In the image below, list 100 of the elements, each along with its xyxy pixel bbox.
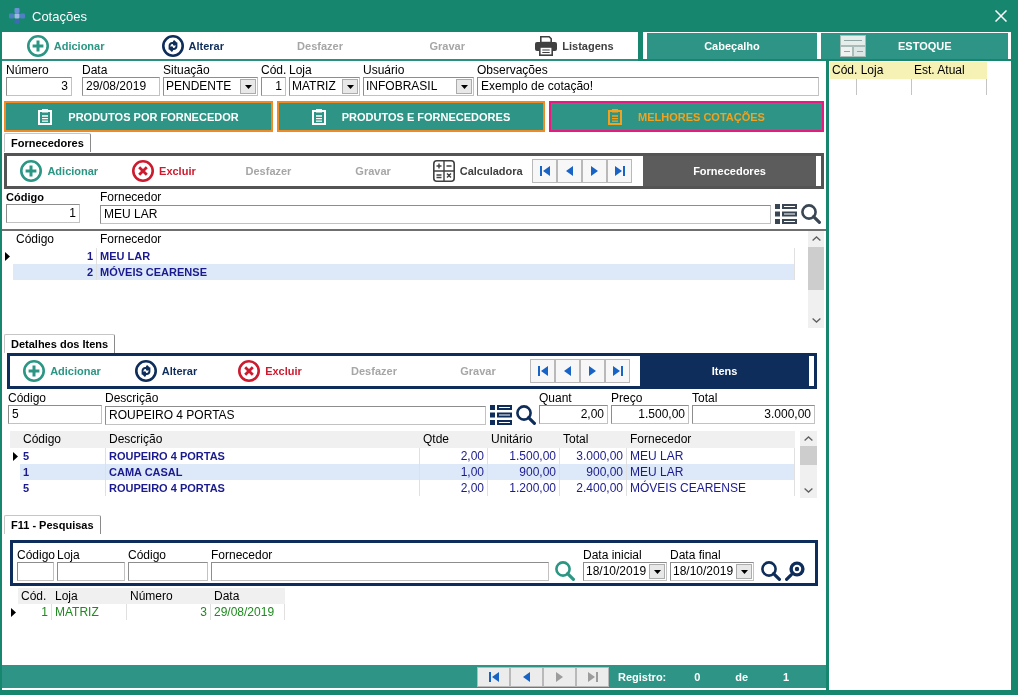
add-button[interactable]: Adicionar xyxy=(18,158,101,184)
close-button[interactable] xyxy=(993,8,1009,24)
list-icon[interactable] xyxy=(490,405,512,425)
column-header: Loja xyxy=(54,588,79,604)
last-record-button[interactable] xyxy=(605,359,630,383)
section-tab[interactable]: Fornecedores xyxy=(4,133,91,152)
table-row[interactable]: 5 ROUPEIRO 4 PORTAS 2,00 1.200,00 2.400,00 MÓVEIS CEARENSE xyxy=(10,480,795,496)
field-label: Data xyxy=(82,63,109,77)
column-header: Fornecedor xyxy=(629,431,693,448)
dropdown-button[interactable] xyxy=(736,564,752,579)
circular-arrows-icon xyxy=(134,360,157,382)
last-record-button[interactable] xyxy=(607,159,632,183)
text-field[interactable] xyxy=(128,562,208,581)
number-field[interactable]: 2,00 xyxy=(539,405,608,424)
first-record-button[interactable] xyxy=(530,359,555,383)
column-header: Número xyxy=(129,588,174,604)
section-tab[interactable]: Detalhes dos Itens xyxy=(4,334,116,353)
table-cell: 1,00 xyxy=(420,464,488,480)
section-button[interactable]: Cabeçalho xyxy=(647,33,817,59)
text-field[interactable]: 5 xyxy=(8,405,102,424)
section-button[interactable]: ESTOQUE xyxy=(821,33,1008,59)
table-row[interactable]: 2 MÓVEIS CEARENSE xyxy=(2,264,795,280)
next-record-button[interactable] xyxy=(582,159,607,183)
clipboard-icon xyxy=(608,108,623,125)
field-label: Código xyxy=(8,391,48,405)
table-cell: MEU LAR xyxy=(627,464,795,480)
skip-last-icon xyxy=(612,366,623,376)
text-field[interactable] xyxy=(57,562,125,581)
magnifier-disc-icon[interactable] xyxy=(785,561,805,581)
number-field[interactable]: 1 xyxy=(6,204,80,223)
first-record-button[interactable] xyxy=(532,159,557,183)
record-label: Registro: xyxy=(618,670,667,683)
triangle-left-icon xyxy=(523,671,530,682)
row-indicator-icon xyxy=(10,607,16,617)
dropdown-button[interactable] xyxy=(456,79,472,94)
text-field[interactable] xyxy=(17,562,54,581)
column-header: Descrição xyxy=(108,431,164,448)
number-field[interactable]: 1 xyxy=(261,77,286,96)
previous-record-button[interactable] xyxy=(555,359,580,383)
caret-icon xyxy=(653,569,661,574)
date-field[interactable]: 18/10/2019 xyxy=(670,562,754,581)
delete-button[interactable]: Excluir xyxy=(236,358,304,384)
table-cell: CAMA CASAL xyxy=(106,464,420,480)
date-field[interactable]: 18/10/2019 xyxy=(583,562,667,581)
caret-icon xyxy=(244,84,252,89)
table-row[interactable]: 1 MATRIZ 3 29/08/2019 xyxy=(8,604,285,620)
search-icon[interactable] xyxy=(516,405,536,425)
table-cell: 1 xyxy=(20,464,106,480)
number-field[interactable]: 3.000,00 xyxy=(692,405,815,424)
delete-button[interactable]: Excluir xyxy=(130,158,198,184)
vertical-scrollbar[interactable] xyxy=(800,431,817,498)
table-cell: ROUPEIRO 4 PORTAS xyxy=(106,480,420,496)
view-tab[interactable]: PRODUTOS E FORNECEDORES xyxy=(277,101,545,132)
x-circle-icon xyxy=(132,160,155,182)
search-icon[interactable] xyxy=(761,561,781,581)
table-row[interactable]: 1 CAMA CASAL 1,00 900,00 900,00 MEU LAR xyxy=(10,464,795,480)
text-field[interactable]: MEU LAR xyxy=(100,204,771,224)
add-button[interactable]: Adicionar xyxy=(24,32,107,59)
scrollbar-thumb[interactable] xyxy=(800,446,817,465)
printer-icon xyxy=(535,35,558,56)
text-field[interactable]: ROUPEIRO 4 PORTAS xyxy=(105,405,486,425)
chevron-down-icon xyxy=(804,488,813,493)
number-field[interactable]: 3 xyxy=(6,77,72,96)
first-record-button[interactable] xyxy=(477,666,510,687)
field-label: Data final xyxy=(670,548,722,562)
boxes-icon xyxy=(840,35,866,57)
dropdown-field[interactable]: PENDENTE xyxy=(163,77,258,96)
text-field[interactable]: 29/08/2019 xyxy=(82,77,160,96)
dropdown-button[interactable] xyxy=(240,79,256,94)
view-tab[interactable]: PRODUTOS POR FORNECEDOR xyxy=(4,101,273,132)
plus-circle-icon xyxy=(23,360,46,382)
table-cell: 900,00 xyxy=(560,464,627,480)
section-tab[interactable]: F11 - Pesquisas xyxy=(4,515,101,534)
scrollbar-thumb[interactable] xyxy=(808,247,824,290)
skip-last-icon xyxy=(587,671,598,682)
previous-record-button[interactable] xyxy=(510,666,543,687)
add-button[interactable]: Adicionar xyxy=(21,358,103,384)
field-label: Número xyxy=(6,63,50,77)
dropdown-field[interactable]: MATRIZ xyxy=(289,77,360,96)
edit-button[interactable]: Alterar xyxy=(159,32,227,59)
dropdown-button[interactable] xyxy=(649,564,665,579)
vertical-scrollbar[interactable] xyxy=(808,231,824,328)
dropdown-field[interactable]: INFOBRASIL xyxy=(363,77,474,96)
table-cell: 2.400,00 xyxy=(560,480,627,496)
dropdown-button[interactable] xyxy=(342,79,358,94)
window-title: Cotações xyxy=(32,8,87,24)
previous-record-button[interactable] xyxy=(557,159,582,183)
text-field[interactable]: Exemplo de cotação! xyxy=(477,77,819,96)
table-cell: 5 xyxy=(20,480,106,496)
print-button[interactable]: Listagens xyxy=(533,33,616,58)
list-icon[interactable] xyxy=(775,204,797,224)
search-icon[interactable] xyxy=(801,204,821,224)
column-header: Cód. Loja xyxy=(831,62,885,79)
number-field[interactable]: 1.500,00 xyxy=(611,405,689,424)
calculator-button[interactable]: Calculadora xyxy=(430,158,525,184)
edit-button[interactable]: Alterar xyxy=(132,358,200,384)
triangle-left-icon xyxy=(564,366,571,376)
text-field[interactable] xyxy=(211,562,549,581)
next-record-button[interactable] xyxy=(580,359,605,383)
panel-title: Fornecedores xyxy=(643,156,816,186)
